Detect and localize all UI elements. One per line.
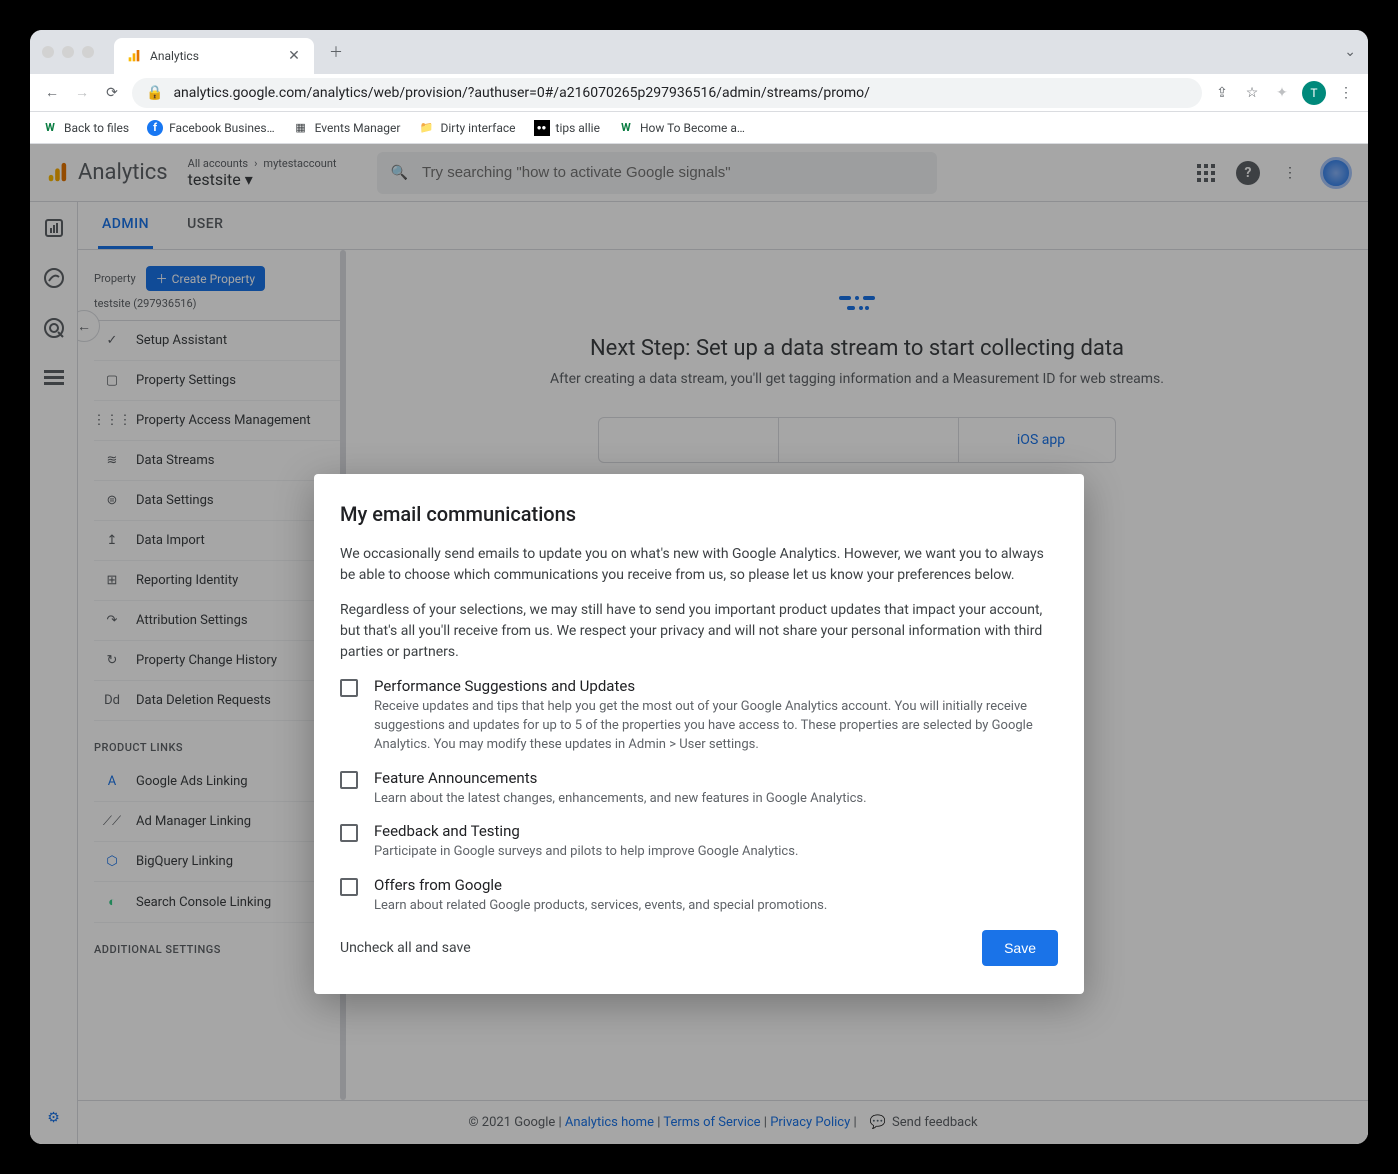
browser-tab-bar: Analytics ✕ ＋ ⌄ xyxy=(30,30,1368,74)
save-button[interactable]: Save xyxy=(982,930,1058,966)
option-title: Feedback and Testing xyxy=(374,822,1058,840)
analytics-favicon-icon xyxy=(126,48,142,64)
checkbox[interactable] xyxy=(340,824,358,842)
new-tab-button[interactable]: ＋ xyxy=(322,38,350,66)
close-icon[interactable]: ✕ xyxy=(286,48,302,64)
option-title: Performance Suggestions and Updates xyxy=(374,677,1058,695)
email-communications-modal: My email communications We occasionally … xyxy=(314,474,1084,994)
chevron-down-icon[interactable]: ⌄ xyxy=(1344,44,1356,60)
option-desc: Learn about related Google products, ser… xyxy=(374,897,1058,916)
uncheck-all-button[interactable]: Uncheck all and save xyxy=(340,940,471,956)
modal-title: My email communications xyxy=(340,502,1058,526)
checkbox[interactable] xyxy=(340,878,358,896)
option-desc: Receive updates and tips that help you g… xyxy=(374,698,1058,755)
mac-window-controls[interactable] xyxy=(42,46,94,58)
modal-paragraph: We occasionally send emails to update yo… xyxy=(340,544,1058,586)
option-title: Offers from Google xyxy=(374,876,1058,894)
modal-option: Performance Suggestions and Updates Rece… xyxy=(340,677,1058,755)
bookmark-item[interactable]: fFacebook Busines… xyxy=(147,120,275,136)
checkbox[interactable] xyxy=(340,679,358,697)
modal-option: Feature Announcements Learn about the la… xyxy=(340,769,1058,809)
tab-title: Analytics xyxy=(150,49,278,63)
bookmark-item[interactable]: ●●tips allie xyxy=(534,120,600,136)
bookmark-item[interactable]: 📁Dirty interface xyxy=(418,120,515,136)
bookmarks-bar: WBack to files fFacebook Busines… ▦Event… xyxy=(30,112,1368,144)
checkbox[interactable] xyxy=(340,771,358,789)
browser-tab[interactable]: Analytics ✕ xyxy=(114,38,314,74)
star-icon[interactable]: ☆ xyxy=(1242,83,1262,103)
back-button[interactable]: ← xyxy=(42,83,62,103)
bookmark-item[interactable]: WHow To Become a… xyxy=(618,120,745,136)
menu-icon[interactable]: ⋮ xyxy=(1336,83,1356,103)
forward-button[interactable]: → xyxy=(72,83,92,103)
modal-option: Offers from Google Learn about related G… xyxy=(340,876,1058,916)
url-bar: ← → ⟳ 🔒 analytics.google.com/analytics/w… xyxy=(30,74,1368,112)
bookmark-item[interactable]: ▦Events Manager xyxy=(293,120,401,136)
reload-button[interactable]: ⟳ xyxy=(102,83,122,103)
option-desc: Learn about the latest changes, enhancem… xyxy=(374,790,1058,809)
lock-icon: 🔒 xyxy=(146,85,163,101)
option-desc: Participate in Google surveys and pilots… xyxy=(374,843,1058,862)
url-text: analytics.google.com/analytics/web/provi… xyxy=(173,85,869,101)
modal-option: Feedback and Testing Participate in Goog… xyxy=(340,822,1058,862)
extensions-icon[interactable]: ✦ xyxy=(1272,83,1292,103)
bookmark-item[interactable]: WBack to files xyxy=(42,120,129,136)
modal-paragraph: Regardless of your selections, we may st… xyxy=(340,600,1058,663)
share-icon[interactable]: ⇪ xyxy=(1212,83,1232,103)
url-field[interactable]: 🔒 analytics.google.com/analytics/web/pro… xyxy=(132,78,1202,108)
profile-avatar[interactable]: T xyxy=(1302,81,1326,105)
option-title: Feature Announcements xyxy=(374,769,1058,787)
